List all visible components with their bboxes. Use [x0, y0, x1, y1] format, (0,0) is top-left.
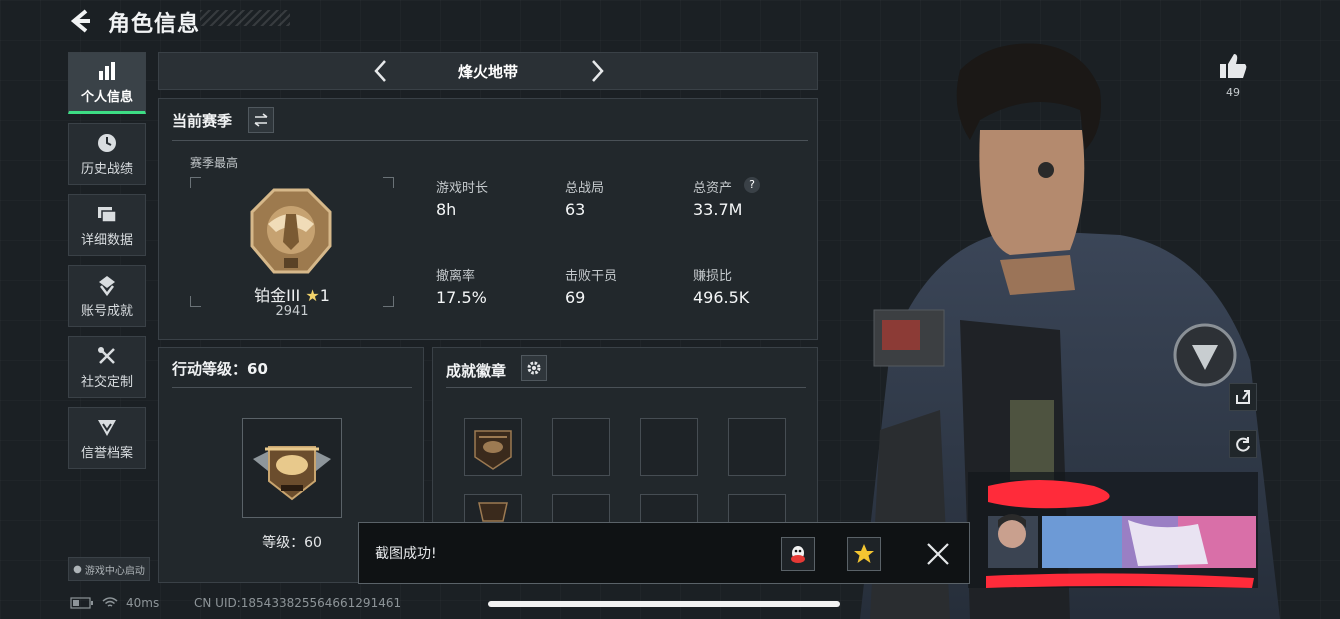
medal-icon — [99, 275, 115, 296]
sidebar-nav: 个人信息 历史战绩 详细数据 账号成就 社交定制 信誉档案 — [68, 52, 148, 478]
rank-score: 2941 — [275, 304, 309, 319]
star-icon: ★ — [305, 286, 320, 305]
stat-value: 33.7M — [693, 200, 743, 219]
close-icon[interactable] — [925, 541, 951, 567]
sidebar-item-label: 信誉档案 — [80, 445, 133, 461]
share-qq-button[interactable] — [781, 537, 815, 571]
sidebar-item-label: 历史战绩 — [80, 161, 133, 177]
stat-value: 496.5K — [693, 288, 750, 307]
sidebar-item-label: 社交定制 — [80, 374, 133, 390]
stat-label: 赚损比 — [693, 269, 733, 284]
cards-icon — [98, 206, 117, 223]
level-title: 行动等级：60 — [172, 360, 268, 378]
divider — [172, 387, 412, 388]
badge-settings-button[interactable] — [521, 355, 547, 381]
stat-value: 63 — [565, 200, 586, 219]
helicopter-badge-icon — [474, 430, 512, 470]
rank-name: 铂金III ★1 — [230, 282, 354, 306]
level-emblem-frame — [242, 418, 342, 518]
gear-icon — [527, 361, 541, 375]
badge-slot[interactable] — [552, 418, 610, 476]
help-icon[interactable]: ? — [744, 177, 760, 193]
qq-icon: ● — [73, 563, 82, 575]
page-title: 角色信息 — [108, 12, 201, 37]
sidebar-item-social[interactable]: 社交定制 — [68, 336, 146, 398]
sidebar-item-history[interactable]: 历史战绩 — [68, 123, 146, 185]
frame-corner — [383, 177, 394, 188]
qzone-star-icon — [854, 544, 874, 563]
wifi-icon — [102, 597, 118, 607]
badge-slot[interactable] — [464, 418, 522, 476]
frame-corner — [190, 177, 201, 188]
frame-corner — [190, 296, 201, 307]
stat-value: 17.5% — [436, 288, 487, 307]
sidebar-item-detailed-data[interactable]: 详细数据 — [68, 194, 146, 256]
thumbs-up-icon[interactable] — [1218, 52, 1248, 80]
stat-label: 总资产 — [693, 181, 733, 196]
qq-icon — [791, 546, 805, 563]
refresh-button[interactable] — [1229, 430, 1257, 458]
uid-label: CN UID:185433825564661291461 — [194, 596, 402, 610]
season-title: 当前赛季 — [172, 112, 233, 130]
like-count: 49 — [1226, 86, 1240, 99]
rank-stars: 1 — [319, 286, 330, 305]
swap-season-button[interactable] — [248, 107, 274, 133]
sidebar-item-label: 详细数据 — [80, 232, 133, 248]
share-qzone-button[interactable] — [847, 537, 881, 571]
badges-title: 成就徽章 — [446, 362, 507, 380]
share-icon — [1236, 390, 1250, 404]
sidebar-item-achievements[interactable]: 账号成就 — [68, 265, 146, 327]
rank-emblem-icon — [250, 188, 332, 274]
mode-name: 烽火地带 — [457, 63, 518, 81]
redaction-mark — [986, 480, 1256, 588]
stat-value: 69 — [565, 288, 586, 307]
stat-label: 撤离率 — [436, 269, 476, 284]
title-decoration — [200, 10, 290, 26]
swap-icon — [254, 113, 268, 127]
divider — [172, 140, 808, 141]
toast-message: 截图成功! — [375, 546, 437, 562]
divider — [446, 387, 806, 388]
bar-chart-icon — [99, 61, 115, 80]
game-center-label: 游戏中心启动 — [84, 565, 145, 577]
sidebar-item-label: 个人信息 — [80, 89, 133, 105]
battery-icon — [70, 597, 93, 609]
mode-selector: 烽火地带 — [158, 52, 818, 90]
stat-label: 游戏时长 — [436, 181, 489, 196]
badge-slot[interactable] — [728, 418, 786, 476]
shield-icon — [98, 419, 116, 436]
frame-corner — [383, 296, 394, 307]
stat-label: 总战局 — [565, 181, 605, 196]
ping-value: 40ms — [126, 596, 160, 610]
screenshot-toast: 截图成功! — [358, 522, 970, 584]
stat-value: 8h — [436, 200, 457, 219]
sidebar-item-personal-info[interactable]: 个人信息 — [68, 52, 146, 114]
stat-label: 击败干员 — [565, 269, 618, 284]
helicopter-emblem-icon — [253, 446, 331, 501]
clock-icon — [98, 133, 116, 152]
home-indicator[interactable] — [488, 601, 840, 607]
back-arrow-icon[interactable] — [68, 8, 94, 34]
badge-emblem-icon — [478, 502, 508, 522]
level-text: 等级：60 — [262, 535, 322, 551]
season-best-label: 赛季最高 — [190, 156, 239, 170]
refresh-icon — [1236, 437, 1250, 452]
sidebar-item-label: 账号成就 — [80, 303, 133, 319]
badge-slot[interactable] — [640, 418, 698, 476]
sidebar-item-credit[interactable]: 信誉档案 — [68, 407, 146, 469]
profile-banner[interactable] — [968, 472, 1258, 588]
chevron-right-icon[interactable] — [585, 58, 609, 84]
rank-name-text: 铂金III — [254, 286, 301, 305]
game-center-button[interactable]: ● 游戏中心启动 — [68, 557, 150, 581]
share-button[interactable] — [1229, 383, 1257, 411]
tools-icon — [98, 346, 115, 364]
